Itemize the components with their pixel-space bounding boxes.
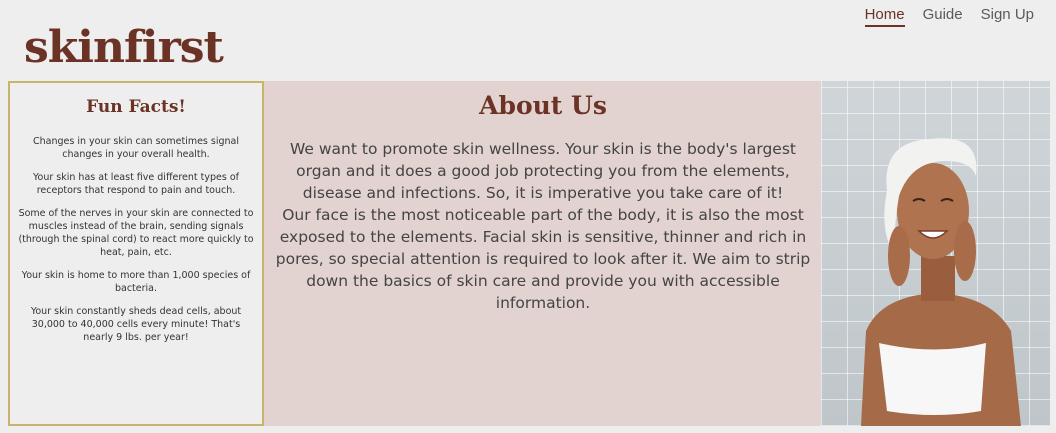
about-title: About Us	[479, 91, 607, 120]
fact-item: Changes in your skin can sometimes signa…	[32, 136, 239, 160]
woman-with-towel-illustration	[861, 138, 1021, 426]
main-content: Fun Facts! Changes in your skin can some…	[8, 81, 1050, 426]
site-logo[interactable]: skinfirst	[24, 20, 224, 76]
about-paragraph: Our face is the most noticeable part of …	[275, 206, 811, 312]
nav-signup-link[interactable]: Sign Up	[981, 6, 1034, 27]
fact-item: Your skin is home to more than 1,000 spe…	[21, 270, 251, 294]
main-nav: Home Guide Sign Up	[864, 6, 1034, 27]
hero-photo	[821, 81, 1050, 426]
fact-item: Your skin constantly sheds dead cells, a…	[30, 306, 242, 343]
nav-guide-link[interactable]: Guide	[923, 6, 963, 27]
about-paragraph: We want to promote skin wellness. Your s…	[290, 140, 796, 202]
fun-facts-title: Fun Facts!	[86, 97, 186, 117]
fact-item: Some of the nerves in your skin are conn…	[18, 208, 254, 258]
nav-home-link[interactable]: Home	[864, 6, 905, 27]
fact-item: Your skin has at least five different ty…	[33, 172, 239, 196]
fun-facts-panel: Fun Facts! Changes in your skin can some…	[8, 81, 264, 426]
about-section: About Us We want to promote skin wellnes…	[264, 81, 822, 426]
